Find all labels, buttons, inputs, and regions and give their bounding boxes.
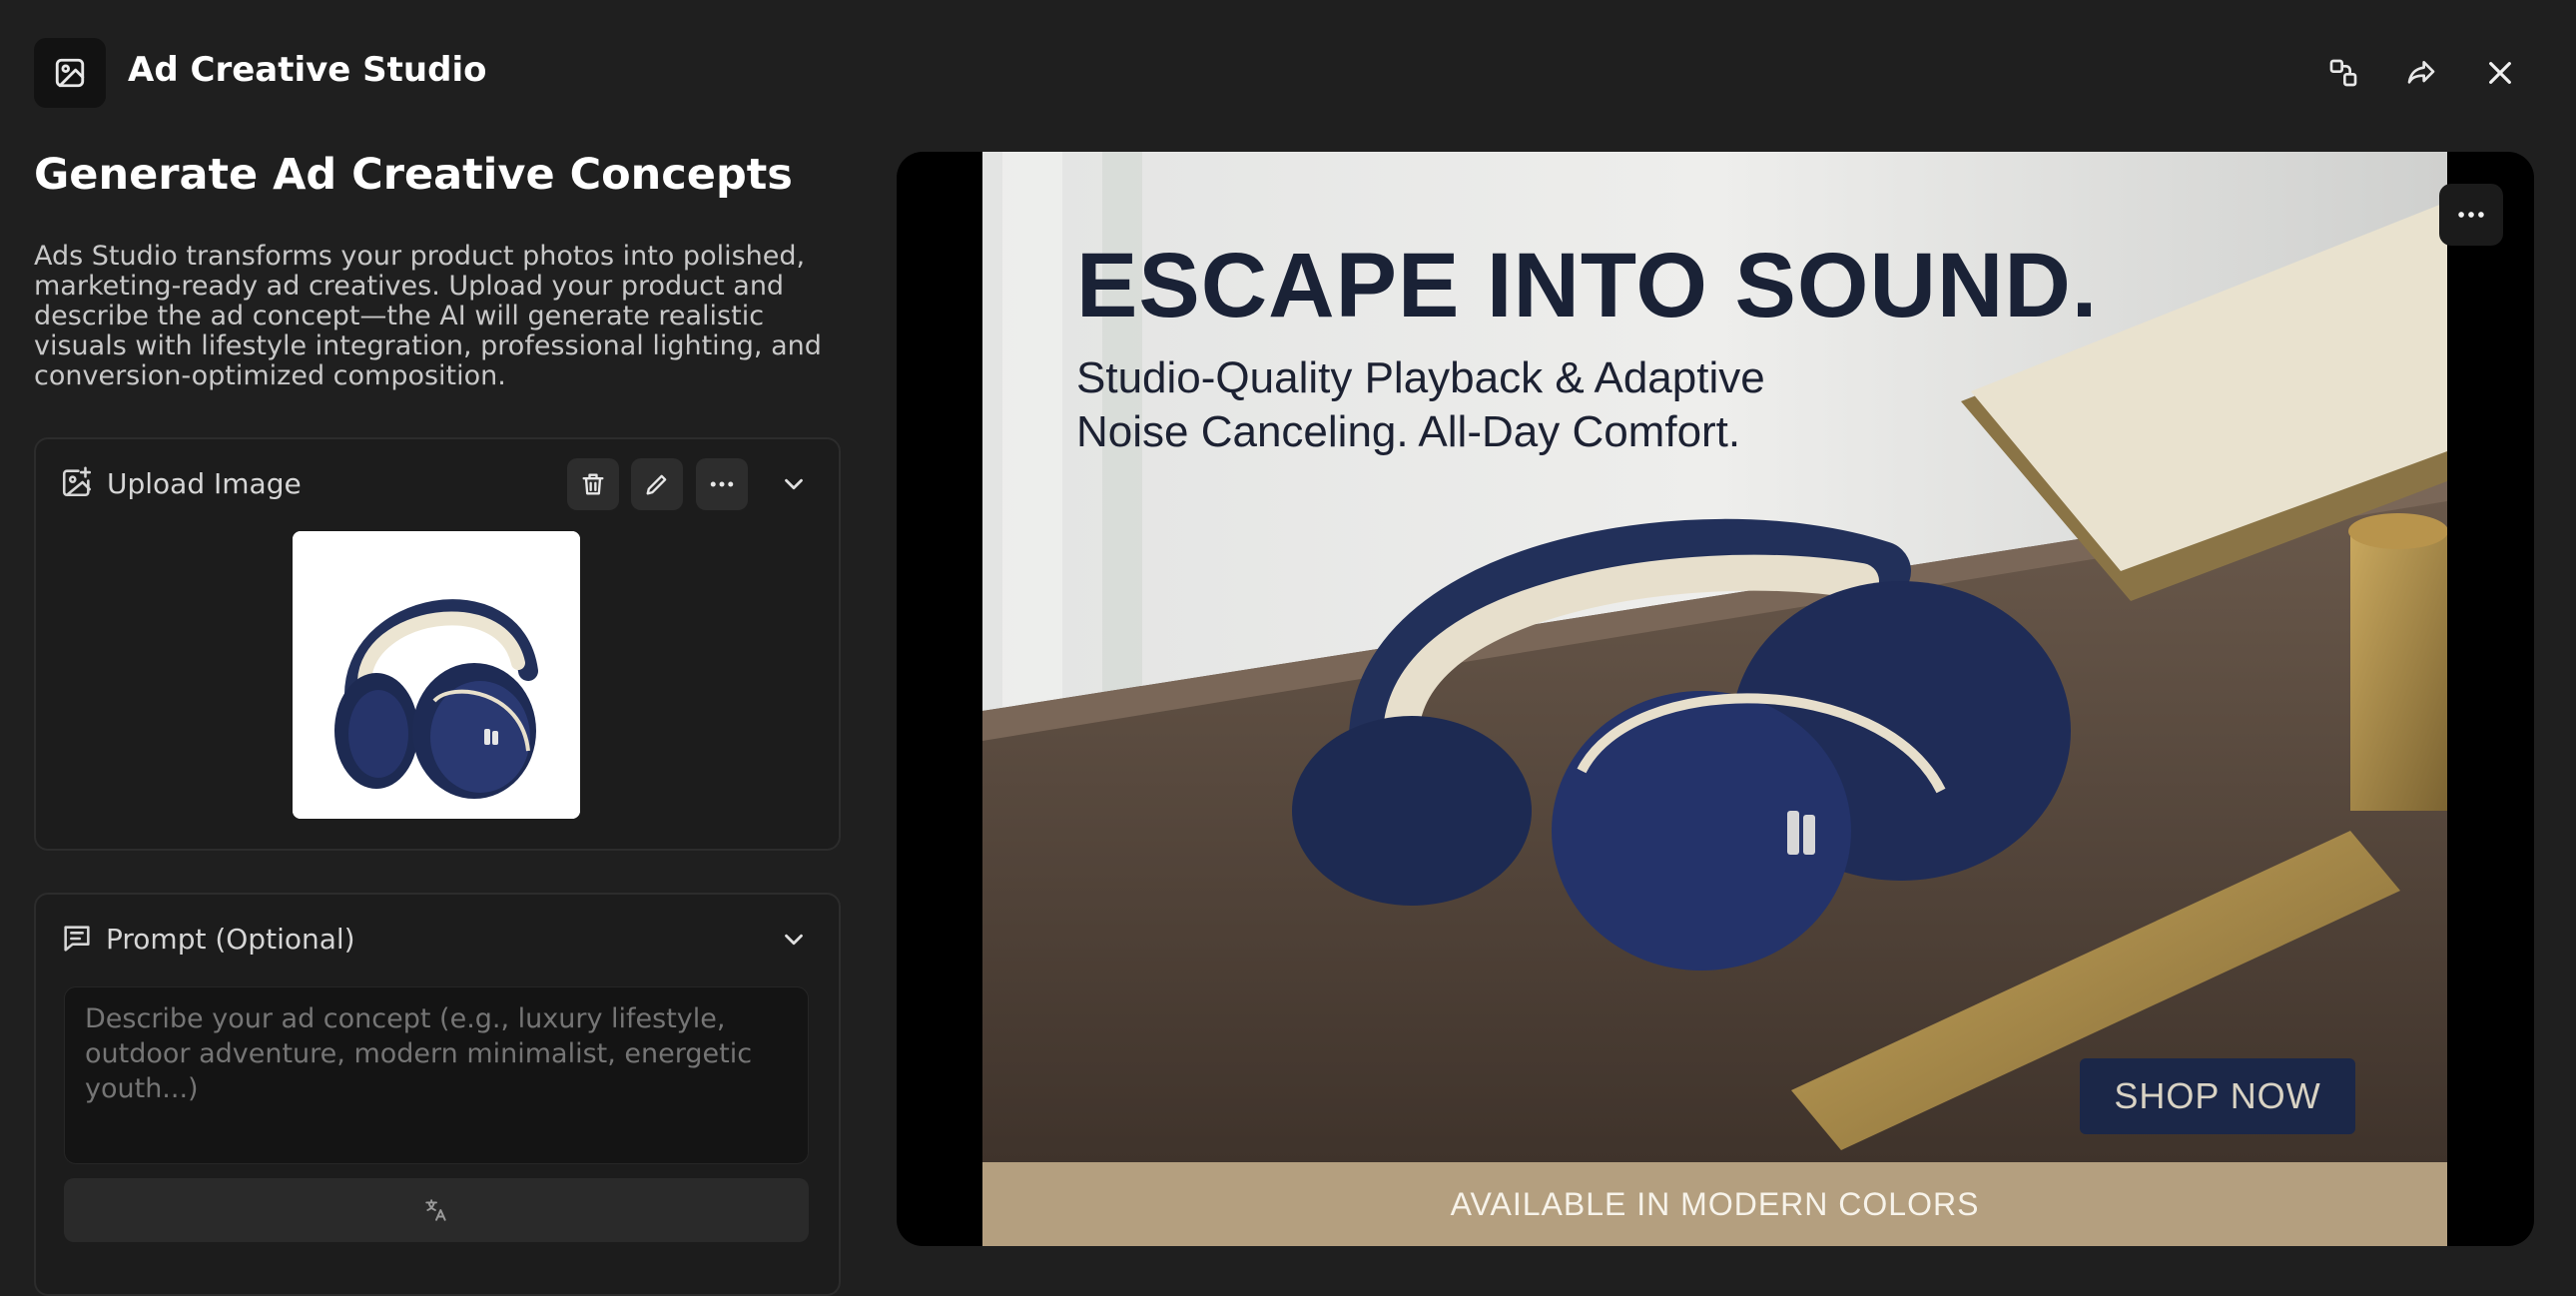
page-title: Generate Ad Creative Concepts xyxy=(34,150,793,200)
collapse-upload-button[interactable] xyxy=(773,465,815,503)
prompt-input[interactable] xyxy=(64,986,809,1164)
edit-image-button[interactable] xyxy=(631,458,683,510)
chevron-down-icon xyxy=(785,478,803,490)
uploaded-image-thumbnail[interactable] xyxy=(293,531,580,819)
message-icon xyxy=(60,922,94,960)
ad-footer-band: AVAILABLE IN MODERN COLORS xyxy=(982,1162,2447,1246)
compare-button[interactable] xyxy=(2315,45,2371,101)
generated-ad-image[interactable]: ESCAPE INTO SOUND. Studio-Quality Playba… xyxy=(982,152,2447,1246)
ad-headline: ESCAPE INTO SOUND. xyxy=(1076,235,2099,336)
page-description: Ads Studio transforms your product photo… xyxy=(34,241,822,391)
more-horizontal-icon xyxy=(710,481,734,487)
more-horizontal-icon xyxy=(2458,212,2484,218)
image-options-button[interactable] xyxy=(696,458,748,510)
app-logo xyxy=(34,38,106,108)
close-button[interactable] xyxy=(2472,45,2528,101)
share-button[interactable] xyxy=(2393,45,2449,101)
ad-preview-panel: ESCAPE INTO SOUND. Studio-Quality Playba… xyxy=(897,152,2534,1246)
image-plus-icon xyxy=(60,465,94,503)
prompt-label: Prompt (Optional) xyxy=(106,923,355,956)
collapse-prompt-button[interactable] xyxy=(773,921,815,959)
share-icon xyxy=(2407,61,2435,84)
shop-now-cta: SHOP NOW xyxy=(2080,1058,2355,1134)
ad-footer-text: AVAILABLE IN MODERN COLORS xyxy=(1450,1185,1980,1222)
delete-image-button[interactable] xyxy=(567,458,619,510)
translate-button[interactable] xyxy=(64,1178,809,1242)
upload-image-label: Upload Image xyxy=(107,467,302,500)
trash-icon xyxy=(582,473,604,495)
translate-icon xyxy=(425,1199,446,1221)
preview-more-button[interactable] xyxy=(2439,184,2503,246)
headphones-image xyxy=(293,531,580,819)
image-icon xyxy=(55,58,85,88)
app-title: Ad Creative Studio xyxy=(128,50,487,90)
ad-subheadline-line2: Noise Canceling. All-Day Comfort. xyxy=(1076,407,1741,456)
pencil-icon xyxy=(646,474,667,495)
chevron-down-icon xyxy=(785,934,803,946)
compare-icon xyxy=(2329,59,2357,87)
close-icon xyxy=(2489,62,2511,84)
ad-subheadline-line1: Studio-Quality Playback & Adaptive xyxy=(1076,353,1765,402)
